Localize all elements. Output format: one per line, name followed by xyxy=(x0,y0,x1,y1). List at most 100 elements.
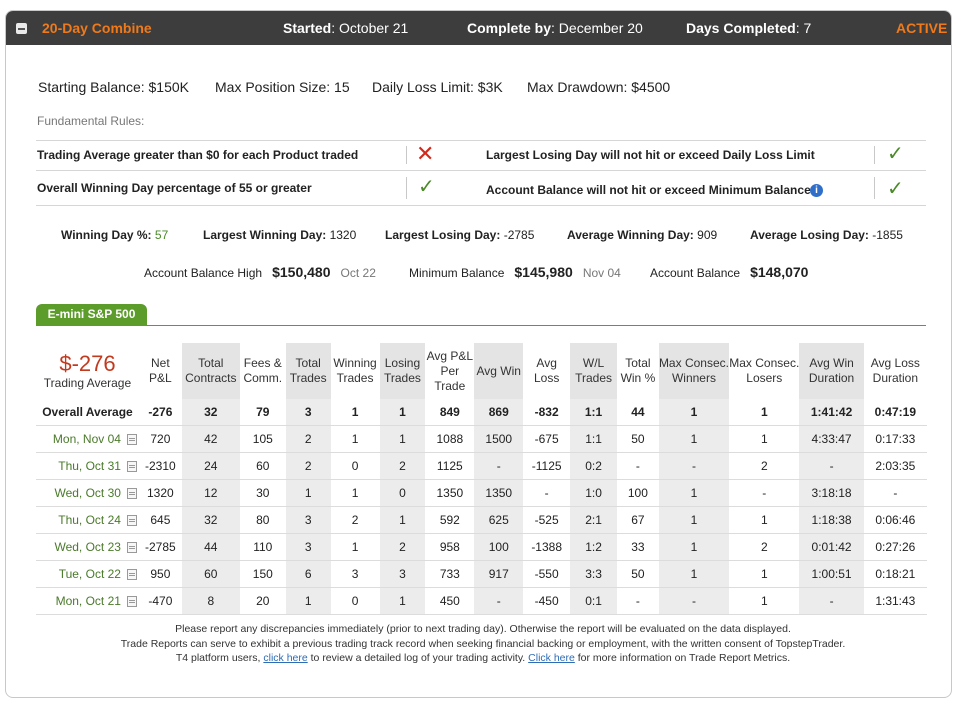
info-icon[interactable]: i xyxy=(810,184,823,197)
col-winning-trades: Winning Trades xyxy=(333,356,377,385)
table-cell: -1388 xyxy=(523,533,571,561)
table-cell: 1125 xyxy=(425,452,475,480)
report-icon[interactable] xyxy=(126,461,137,473)
table-cell: 60 xyxy=(239,452,286,480)
table-row: Wed, Oct 30 1320 12 30 1 1 0 1350 1350-1:0 100 1-3… xyxy=(36,479,927,507)
metrics-click-here-link[interactable]: Click here xyxy=(528,652,575,664)
table-cell: 4:33:47 xyxy=(799,425,864,453)
table-cell: 79 xyxy=(239,399,286,426)
table-cell: 625 xyxy=(474,506,524,534)
click-here-link[interactable]: click here xyxy=(263,652,307,664)
collapse-icon[interactable] xyxy=(16,23,27,34)
col-total-trades: Total Trades xyxy=(285,343,331,399)
table-cell: 1 xyxy=(379,399,426,426)
row-date: Thu, Oct 24 xyxy=(36,506,139,534)
row-date-label: Wed, Oct 30 xyxy=(54,486,121,500)
col-losing-trades: Losing Trades xyxy=(379,343,426,399)
table-cell: 450 xyxy=(425,587,475,615)
report-icon[interactable] xyxy=(126,596,137,608)
report-icon[interactable] xyxy=(126,515,137,527)
fail-x-icon: ✕ xyxy=(416,141,435,166)
table-cell: 1088 xyxy=(425,425,475,453)
table-cell: 1:2 xyxy=(570,533,617,561)
table-cell: 2 xyxy=(379,533,426,561)
table-cell: 1 xyxy=(379,506,426,534)
table-row: Thu, Oct 31 -2310 24 60 2 0 2 1125- -1125 0:2- -2-… xyxy=(36,452,927,480)
table-cell: 60 xyxy=(181,560,240,588)
table-cell: 0:17:33 xyxy=(863,425,927,453)
table-cell: 2 xyxy=(379,452,426,480)
table-row: Wed, Oct 23 -2785 44 110 3 1 2 958 100 -1388 1:2 33… xyxy=(36,533,927,561)
rule-account-balance: Account Balance will not hit or exceed M… xyxy=(486,183,811,197)
table-cell: 2 xyxy=(285,425,331,453)
table-cell: - xyxy=(729,479,800,507)
table-cell: 1 xyxy=(658,533,730,561)
table-cell: 2 xyxy=(729,533,800,561)
pass-check-icon: ✓ xyxy=(418,176,435,198)
table-row: Mon, Nov 04 720 42 105 2 1 1 1088 1500 -675 1:1 50 1… xyxy=(36,425,927,453)
table-cell: - xyxy=(799,587,864,615)
row-date: Mon, Nov 04 xyxy=(36,425,139,453)
table-cell: 1 xyxy=(658,425,730,453)
report-icon[interactable] xyxy=(126,488,137,500)
table-cell: 1320 xyxy=(138,479,182,507)
report-icon[interactable] xyxy=(126,569,137,581)
table-cell: 1:31:43 xyxy=(863,587,927,615)
table-cell: 0:06:46 xyxy=(863,506,927,534)
table-cell: 3 xyxy=(379,560,426,588)
table-cell: 105 xyxy=(239,425,286,453)
table-cell: 2 xyxy=(729,452,800,480)
table-cell: 20 xyxy=(239,587,286,615)
minimum-balance: Minimum Balance $145,980 Nov 04 xyxy=(409,264,621,280)
table-cell: 50 xyxy=(617,425,659,453)
col-avg-win: Avg Win xyxy=(474,343,524,399)
fundamental-rules-heading: Fundamental Rules: xyxy=(37,114,145,128)
table-cell: 1 xyxy=(729,560,800,588)
col-avg-pnl-per-trade: Avg P&L Per Trade xyxy=(426,348,474,393)
table-cell: 32 xyxy=(181,506,240,534)
report-icon[interactable] xyxy=(126,434,137,446)
report-icon[interactable] xyxy=(126,542,137,554)
table-cell: 3:3 xyxy=(570,560,617,588)
table-cell: - xyxy=(658,587,730,615)
table-cell: 1 xyxy=(658,479,730,507)
table-cell: -450 xyxy=(523,587,571,615)
tab-emini-sp500[interactable]: E-mini S&P 500 xyxy=(36,304,147,325)
account-balance-high: Account Balance High $150,480 Oct 22 xyxy=(144,264,376,280)
row-date-label: Wed, Oct 23 xyxy=(54,540,121,554)
table-cell: -832 xyxy=(523,399,571,426)
table-cell: 2:03:35 xyxy=(863,452,927,480)
table-cell: 720 xyxy=(138,425,182,453)
col-avg-loss-duration: Avg Loss Duration xyxy=(870,356,920,385)
combine-title: 20-Day Combine xyxy=(42,20,152,36)
days-completed-info: Days Completed: 7 xyxy=(686,20,812,36)
table-cell: 1 xyxy=(658,506,730,534)
table-cell: 0 xyxy=(379,479,426,507)
average-winning-day: Average Winning Day: 909 xyxy=(567,228,718,242)
table-cell: 0 xyxy=(330,452,380,480)
table-cell: 150 xyxy=(239,560,286,588)
table-cell: 0:2 xyxy=(570,452,617,480)
table-cell: 1 xyxy=(330,425,380,453)
col-net-pnl: Net P&L xyxy=(149,356,172,385)
table-cell: 33 xyxy=(617,533,659,561)
col-wl-trades: W/L Trades xyxy=(570,343,617,399)
max-drawdown: Max Drawdown: $4500 xyxy=(527,79,671,95)
table-cell: 50 xyxy=(617,560,659,588)
started-info: Started: October 21 xyxy=(283,20,409,36)
largest-winning-day: Largest Winning Day: 1320 xyxy=(203,228,357,242)
table-cell: 110 xyxy=(239,533,286,561)
rule-largest-losing-day: Largest Losing Day will not hit or excee… xyxy=(486,148,815,162)
table-cell: 3 xyxy=(285,506,331,534)
table-cell: 1 xyxy=(658,560,730,588)
table-cell: 30 xyxy=(239,479,286,507)
table-cell: - xyxy=(658,452,730,480)
table-cell: -276 xyxy=(138,399,182,426)
table-cell: - xyxy=(617,452,659,480)
table-cell: 1 xyxy=(729,425,800,453)
table-cell: 1 xyxy=(379,425,426,453)
table-cell: 1:18:38 xyxy=(799,506,864,534)
table-cell: 12 xyxy=(181,479,240,507)
table-cell: -2785 xyxy=(138,533,182,561)
table-cell: 869 xyxy=(474,399,524,426)
